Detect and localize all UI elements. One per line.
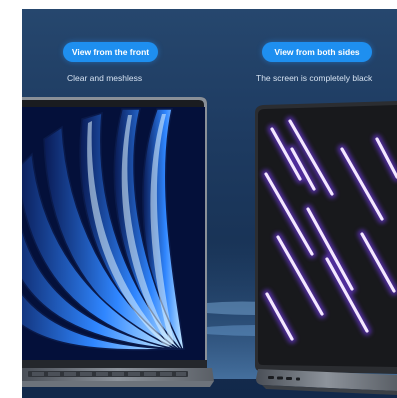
front-view-caption: Clear and meshless: [67, 73, 143, 83]
side-view-caption: The screen is completely black: [256, 73, 373, 83]
side-view-badge: View from both sides: [262, 42, 372, 62]
side-view-laptop: [255, 101, 397, 395]
front-view-laptop: [22, 97, 214, 387]
front-view-badge: View from the front: [63, 42, 158, 62]
product-banner: View from the front Clear and meshless V…: [22, 9, 397, 398]
scene-art: [22, 97, 397, 395]
wallpaper-blue-petals: [22, 107, 205, 360]
